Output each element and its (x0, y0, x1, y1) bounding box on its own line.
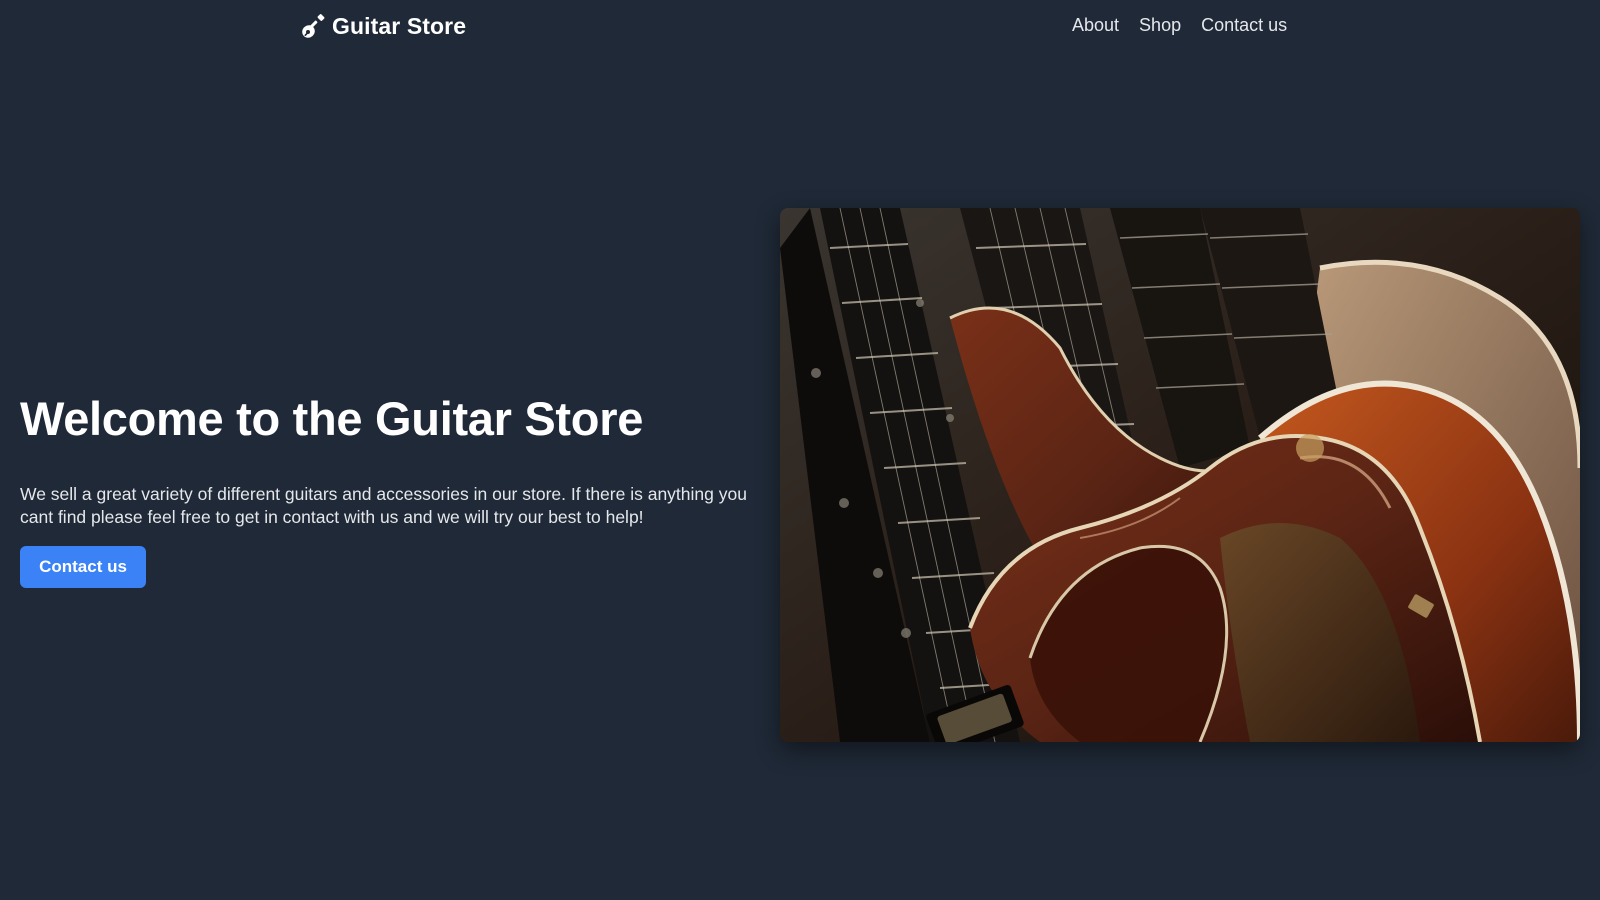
nav-link-about[interactable]: About (1072, 15, 1119, 36)
hero-guitars-image (780, 208, 1580, 742)
hero-description: We sell a great variety of different gui… (20, 484, 747, 527)
main-nav: About Shop Contact us (1072, 15, 1287, 36)
brand-name: Guitar Store (332, 13, 467, 39)
nav-link-contact[interactable]: Contact us (1201, 15, 1287, 36)
nav-link-shop[interactable]: Shop (1139, 15, 1181, 36)
navbar: Guitar Store About Shop Contact us (0, 0, 1600, 54)
hero-title: Welcome to the Guitar Store (20, 392, 644, 445)
contact-us-button[interactable]: Contact us (20, 546, 146, 588)
page: Guitar Store About Shop Contact us Welco… (0, 0, 1600, 900)
guitar-icon (300, 13, 326, 40)
brand-logo-link[interactable]: Guitar Store (300, 13, 466, 40)
